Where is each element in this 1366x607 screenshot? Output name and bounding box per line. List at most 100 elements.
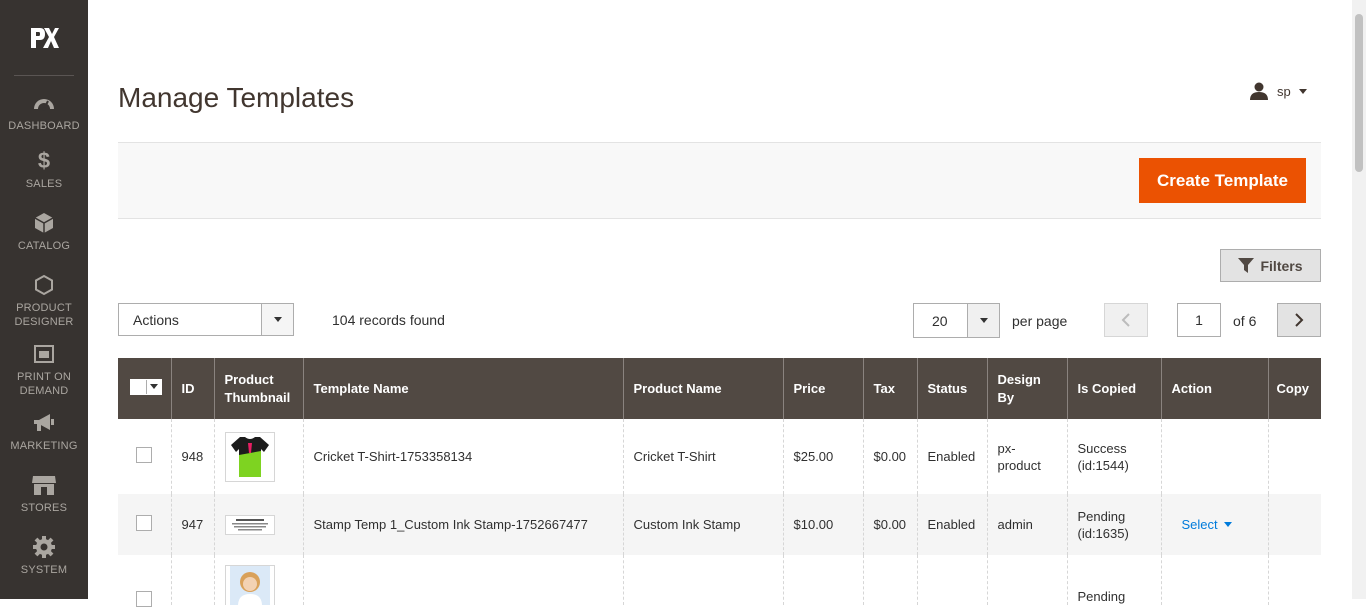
cell-is-copied: Success (id:1544) [1067, 419, 1162, 494]
product-thumbnail [224, 431, 275, 482]
page-scrollbar[interactable] [1352, 0, 1366, 599]
row-action-select[interactable]: Select [1182, 516, 1232, 533]
cell-copy [1268, 555, 1321, 605]
grid-header-row: ID Product Thumbnail Template Name Produ… [118, 358, 1321, 419]
page-prev-button[interactable] [1104, 303, 1148, 337]
cell-design-by: admin [987, 494, 1068, 555]
page-number-input[interactable] [1177, 303, 1221, 337]
sidebar-item-label: DASHBOARD [8, 120, 80, 132]
sidebar-item-catalog[interactable]: CATALOG [0, 211, 88, 253]
page-title: Manage Templates [118, 82, 355, 113]
column-header-is-copied[interactable]: Is Copied [1067, 358, 1162, 419]
per-page-select[interactable]: 20 [913, 303, 1000, 338]
sidebar-item-dashboard[interactable]: DASHBOARD [0, 91, 88, 133]
select-all-checkbox[interactable] [131, 379, 147, 394]
filters-button[interactable]: Filters [1220, 249, 1321, 282]
sidebar-divider [14, 75, 74, 76]
cell-is-copied: Pending [1067, 555, 1162, 605]
cell-id: 948 [171, 419, 215, 494]
cell-tax: $0.00 [863, 419, 918, 494]
column-header-product-name[interactable]: Product Name [623, 358, 784, 419]
table-row: 947 Stamp Temp 1_Custom Ink Stamp-175266… [118, 494, 1321, 555]
cell-id: 947 [171, 494, 215, 555]
cell-product-name: Custom Ink Stamp [623, 494, 784, 555]
chevron-down-icon [1298, 88, 1307, 94]
sidebar-item-label: MARKETING [10, 440, 78, 452]
tshirt-image [230, 436, 269, 477]
sidebar-item-label: STORES [20, 502, 68, 514]
column-header-price[interactable]: Price [783, 358, 864, 419]
sidebar-item-label: PRODUCT DESIGNER [14, 302, 74, 328]
user-account-menu[interactable]: sp [1249, 82, 1307, 100]
gear-icon [33, 536, 55, 558]
row-checkbox[interactable] [136, 446, 152, 463]
cell-design-by: px-product [987, 419, 1068, 494]
sidebar-item-system[interactable]: SYSTEM [0, 535, 88, 577]
sidebar-item-product-designer[interactable]: PRODUCT DESIGNER [0, 273, 88, 329]
cell-action [1161, 555, 1269, 605]
chevron-down-icon [967, 304, 999, 337]
filter-icon [1238, 258, 1255, 273]
table-row: Pending [118, 555, 1321, 607]
row-checkbox[interactable] [136, 514, 152, 531]
table-row: 948 Cricket T-Shirt-1753358134 Cricket T… [118, 419, 1321, 494]
product-thumbnail [224, 565, 275, 605]
admin-sidebar: DASHBOARD $ SALES CATALOG PRODUCT DESIGN… [0, 0, 88, 599]
records-count: 104 records found [332, 312, 445, 328]
chevron-left-icon [1121, 313, 1130, 327]
sidebar-item-label: SALES [25, 178, 63, 190]
cell-status: Enabled [917, 494, 988, 555]
mass-actions-select[interactable]: Actions [118, 303, 294, 336]
filters-label: Filters [1260, 257, 1303, 274]
cube-icon [34, 213, 54, 233]
product-thumbnail [224, 514, 275, 535]
printer-icon [34, 345, 54, 363]
mass-select-dropdown[interactable] [130, 378, 162, 395]
sidebar-item-stores[interactable]: STORES [0, 473, 88, 515]
column-header-design-by[interactable]: Design By [987, 358, 1068, 419]
row-action-label: Select [1181, 517, 1218, 532]
px-logo-icon [31, 27, 59, 48]
cell-design-by [987, 555, 1068, 605]
page-actions-bar: Create Template [118, 142, 1321, 219]
px-logo[interactable] [0, 0, 88, 75]
row-checkbox[interactable] [136, 591, 152, 607]
cell-status [917, 555, 988, 605]
sidebar-item-label: PRINT ON DEMAND [17, 371, 71, 397]
cell-price: $25.00 [783, 419, 864, 494]
stamp-image [231, 518, 268, 530]
scrollbar-thumb[interactable] [1355, 14, 1363, 172]
column-header-status[interactable]: Status [917, 358, 988, 419]
cell-template-name: Stamp Temp 1_Custom Ink Stamp-1752667477 [303, 494, 624, 555]
chevron-down-icon [261, 304, 293, 335]
column-header-copy: Copy [1268, 358, 1321, 419]
column-header-action: Action [1161, 358, 1269, 419]
sidebar-item-marketing[interactable]: MARKETING [0, 411, 88, 453]
cell-copy [1268, 419, 1321, 494]
page-next-button[interactable] [1277, 303, 1321, 337]
mass-actions-value: Actions [133, 312, 179, 328]
column-header-id[interactable]: ID [171, 358, 215, 419]
sidebar-item-print-on-demand[interactable]: PRINT ON DEMAND [0, 342, 88, 398]
chevron-down-icon [1223, 522, 1232, 527]
sidebar-item-label: CATALOG [17, 240, 71, 252]
chevron-right-icon [1295, 313, 1304, 327]
user-name: sp [1277, 83, 1291, 99]
dollar-icon: $ [37, 148, 51, 173]
dashboard-icon [34, 99, 54, 111]
column-header-tax[interactable]: Tax [863, 358, 918, 419]
create-template-button[interactable]: Create Template [1139, 158, 1306, 203]
per-page-value: 20 [932, 313, 948, 329]
page-total: of 6 [1233, 313, 1257, 329]
sidebar-item-sales[interactable]: $ SALES [0, 148, 88, 191]
megaphone-icon [34, 414, 54, 431]
hexagon-icon [35, 274, 53, 296]
cell-template-name [303, 555, 624, 605]
cell-is-copied: Pending (id:1635) [1067, 494, 1162, 555]
sidebar-item-label: SYSTEM [20, 564, 68, 576]
column-header-template-name[interactable]: Template Name [303, 358, 624, 419]
chevron-down-icon [147, 379, 161, 394]
cell-copy [1268, 494, 1321, 555]
cell-price [783, 555, 864, 605]
user-icon [1250, 82, 1268, 100]
